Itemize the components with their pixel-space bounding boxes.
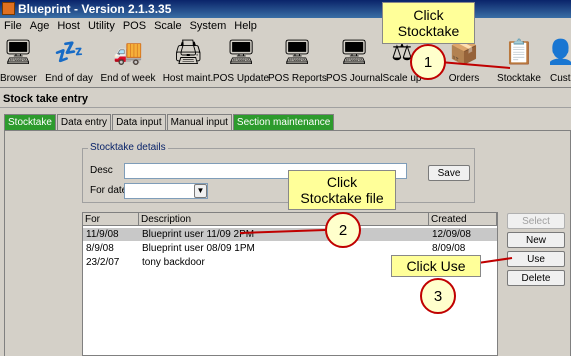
new-button[interactable]: New [507,232,565,248]
toolbar-browser-button[interactable]: 🖥 Browser [0,34,37,88]
menu-pos[interactable]: POS [119,18,150,34]
toolbar-pos-journal-button[interactable]: 🖥 POS Journal [326,34,383,88]
section-title: Stock take entry [0,90,571,108]
delete-button[interactable]: Delete [507,270,565,286]
column-created[interactable]: Created [429,213,497,226]
toolbar-label: Browser [0,73,37,84]
toolbar-label: Host maint. [162,73,214,84]
row-for: 23/2/07 [86,257,120,268]
toolbar-end-of-week-button[interactable]: 🚚 End of week [100,34,156,88]
host-maint-icon: 🖨 [173,39,204,66]
toolbar-pos-reports-button[interactable]: 🖥 POS Reports [268,34,327,88]
column-for[interactable]: For [83,213,139,226]
for-date-label: For date [90,185,128,196]
menu-host[interactable]: Host [53,18,84,34]
row-description: tony backdoor [142,257,205,268]
toolbar: 🖥 Browser 💤 End of day 🚚 End of week 🖨 Host … [0,34,571,88]
menu-system[interactable]: System [186,18,231,34]
toolbar-customers-button[interactable]: 👤 Cust [550,34,571,88]
browser-icon: 🖥 [3,39,34,66]
tab-section-maintenance[interactable]: Section maintenance [232,114,335,130]
stocktake-details-legend: Stocktake details [88,142,168,153]
column-description[interactable]: Description [139,213,429,226]
tab-strip: Stocktake Data entry Data input Manual inpu… [4,114,335,130]
end-of-week-icon: 🚚 [113,39,143,66]
app-icon [2,2,15,15]
customers-icon: 👤 [550,39,571,66]
menu-bar: File Age Host Utility POS Scale System Help [0,18,571,34]
tab-data-entry[interactable]: Data entry [56,114,112,130]
step-3-badge: 3 [420,278,456,314]
desc-label: Desc [90,165,113,176]
row-for: 8/9/08 [86,243,114,254]
window-title: Blueprint - Version 2.1.3.35 [18,2,172,16]
toolbar-label: POS Reports [268,73,327,84]
toolbar-label: Stocktake [497,73,541,84]
pos-journal-icon: 🖥 [339,39,370,66]
title-bar: Blueprint - Version 2.1.3.35 [0,0,571,18]
tab-data-input[interactable]: Data input [112,114,166,130]
toolbar-label: End of day [45,73,93,84]
toolbar-host-maint-button[interactable]: 🖨 Host maint. [158,34,218,88]
row-created: 8/09/08 [432,243,466,254]
table-row[interactable]: 11/9/08 Blueprint user 11/09 2PM 12/09/0… [83,228,497,241]
toolbar-label: POS Update [212,73,270,84]
menu-utility[interactable]: Utility [84,18,119,34]
pos-update-icon: 🖥 [226,39,257,66]
toolbar-end-of-day-button[interactable]: 💤 End of day [40,34,98,88]
use-button[interactable]: Use [507,251,565,267]
menu-age[interactable]: Age [26,18,54,34]
callout-click-stocktake: Click Stocktake [382,2,475,44]
toolbar-pos-update-button[interactable]: 🖥 POS Update [212,34,270,88]
save-button[interactable]: Save [428,165,470,181]
step-1-badge: 1 [410,44,446,80]
menu-file[interactable]: File [0,18,26,34]
toolbar-label: Cust [550,73,571,84]
toolbar-label: End of week [100,73,156,84]
pos-reports-icon: 🖥 [282,39,313,66]
stocktake-icon: 📋 [504,39,534,66]
row-created: 12/09/08 [432,229,471,240]
row-description: Blueprint user 08/09 1PM [142,243,255,254]
chevron-down-icon[interactable]: ▼ [194,184,207,198]
menu-help[interactable]: Help [230,18,261,34]
tab-stocktake[interactable]: Stocktake [4,114,56,130]
row-description: Blueprint user 11/09 2PM [142,229,255,240]
table-row[interactable]: 8/9/08 Blueprint user 08/09 1PM 8/09/08 [83,242,497,255]
tab-manual-input[interactable]: Manual input [166,114,232,130]
select-button[interactable]: Select [507,213,565,229]
row-for: 11/9/08 [86,229,119,240]
toolbar-label: POS Journal [326,73,383,84]
step-2-badge: 2 [325,212,361,248]
callout-click-use: Click Use [391,255,481,277]
toolbar-stocktake-button[interactable]: 📋 Stocktake [494,34,544,88]
end-of-day-icon: 💤 [54,39,84,66]
callout-click-stocktake-file: Click Stocktake file [288,170,396,210]
menu-scale[interactable]: Scale [150,18,186,34]
toolbar-label: Orders [448,73,480,84]
